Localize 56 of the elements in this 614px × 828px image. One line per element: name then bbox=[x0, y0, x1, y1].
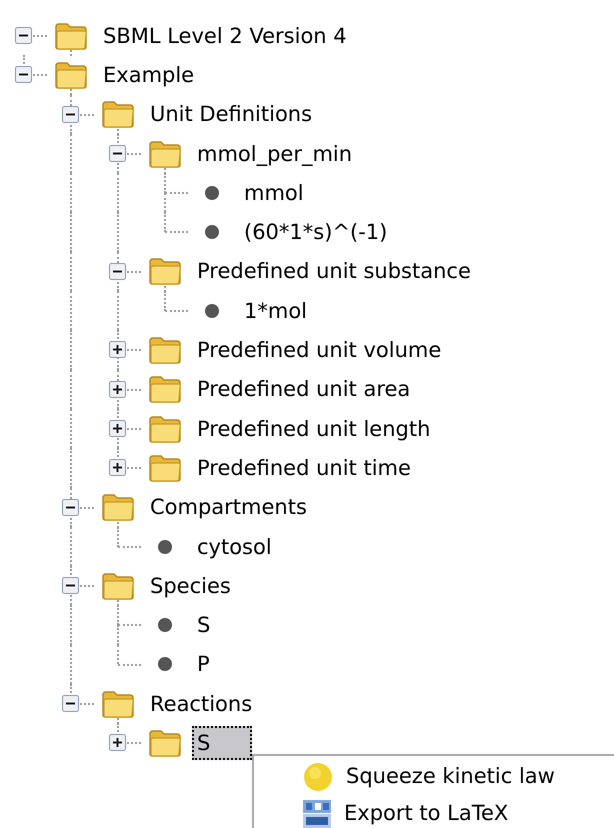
tree-item[interactable]: Example bbox=[98, 58, 200, 92]
expand-icon[interactable] bbox=[109, 420, 126, 437]
collapse-icon[interactable] bbox=[109, 144, 126, 162]
tree-item[interactable]: Predefined unit area bbox=[192, 372, 416, 406]
bullet-icon bbox=[204, 224, 220, 240]
folder-icon bbox=[148, 256, 182, 286]
tree-item[interactable]: SBML Level 2 Version 4 bbox=[98, 18, 352, 53]
folder-icon bbox=[100, 570, 134, 601]
tree-item[interactable]: S bbox=[192, 726, 252, 760]
tree-item[interactable]: Unit Definitions bbox=[145, 97, 318, 132]
collapse-icon[interactable] bbox=[109, 262, 126, 280]
collapse-icon[interactable] bbox=[15, 66, 32, 84]
expand-icon[interactable] bbox=[109, 380, 126, 398]
tree-item[interactable]: Predefined unit length bbox=[192, 412, 436, 446]
menu-item[interactable]: Squeeze kinetic law bbox=[254, 758, 614, 795]
bullet-icon bbox=[156, 617, 172, 634]
menu-item-label: Squeeze kinetic law bbox=[346, 762, 555, 790]
tree-item[interactable]: mmol bbox=[239, 176, 309, 210]
menu-item-label: Export to LaTeX bbox=[344, 800, 508, 827]
folder-icon bbox=[100, 492, 134, 522]
folder-icon bbox=[148, 414, 182, 444]
tree-item[interactable]: Compartments bbox=[145, 490, 312, 524]
expand-icon[interactable] bbox=[109, 341, 126, 358]
bullet-icon bbox=[156, 656, 172, 672]
folder-icon bbox=[148, 452, 182, 483]
tree-item[interactable]: (60*1*s)^(-1) bbox=[239, 215, 392, 250]
collapse-icon[interactable] bbox=[15, 27, 32, 44]
tree-item[interactable]: P bbox=[192, 647, 215, 682]
collapse-icon[interactable] bbox=[62, 695, 79, 712]
collapse-icon[interactable] bbox=[62, 498, 79, 516]
collapse-icon[interactable] bbox=[62, 106, 79, 123]
folder-icon bbox=[54, 20, 88, 51]
folder-icon bbox=[100, 99, 134, 130]
tree-item[interactable]: Predefined unit substance bbox=[192, 254, 476, 288]
sun-icon bbox=[302, 760, 334, 792]
tree-item[interactable]: mmol_per_min bbox=[192, 136, 358, 171]
folder-icon bbox=[54, 60, 88, 90]
expand-icon[interactable] bbox=[109, 459, 126, 476]
folder-icon bbox=[148, 374, 182, 404]
tree-item[interactable]: cytosol bbox=[192, 530, 277, 564]
tree-item[interactable]: Species bbox=[145, 568, 236, 603]
bullet-icon bbox=[204, 302, 220, 319]
folder-icon bbox=[100, 688, 134, 719]
bullet-icon bbox=[204, 184, 220, 201]
tree-item[interactable]: S bbox=[192, 608, 216, 642]
tree-item[interactable]: Predefined unit time bbox=[192, 450, 416, 485]
tree-item[interactable]: 1*mol bbox=[239, 294, 312, 328]
expand-icon[interactable] bbox=[109, 734, 126, 752]
folder-icon bbox=[148, 728, 182, 758]
folder-icon bbox=[148, 335, 182, 366]
tree-item[interactable]: Predefined unit volume bbox=[192, 333, 446, 368]
bullet-icon bbox=[156, 538, 172, 554]
tree-item[interactable]: Reactions bbox=[145, 686, 258, 721]
folder-icon bbox=[148, 138, 182, 169]
menu-item[interactable]: Export to LaTeX bbox=[254, 795, 614, 828]
collapse-icon[interactable] bbox=[62, 577, 79, 594]
